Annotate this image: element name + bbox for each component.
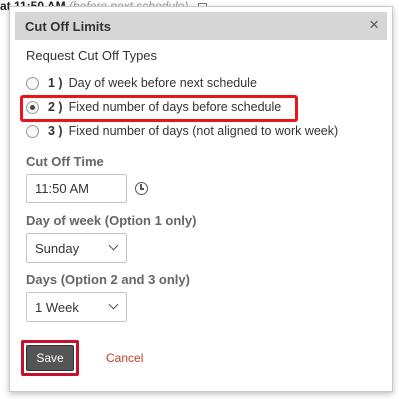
chevron-down-icon [108, 299, 119, 310]
chevron-down-icon [108, 240, 119, 251]
save-button-highlight: Save [21, 340, 79, 376]
radio-button[interactable] [26, 124, 39, 138]
close-icon[interactable]: × [369, 15, 379, 35]
option-label: Fixed number of days (not aligned to wor… [68, 124, 339, 138]
days-value: 1 Week [35, 300, 79, 315]
days-select[interactable]: 1 Week [26, 292, 127, 322]
option-number: 1 ) [48, 76, 63, 90]
highlight-box [20, 95, 298, 122]
cut-off-time-input[interactable] [26, 174, 127, 203]
cut-off-time-label: Cut Off Time [26, 154, 104, 169]
cut-off-limits-dialog: Cut Off Limits × Request Cut Off Types 1… [9, 6, 393, 392]
option-label: Day of week before next schedule [68, 76, 257, 90]
days-label: Days (Option 2 and 3 only) [26, 272, 190, 287]
dialog-title: Cut Off Limits [25, 19, 111, 34]
dialog-titlebar: Cut Off Limits × [15, 12, 387, 40]
day-of-week-value: Sunday [35, 241, 80, 256]
radio-option-1[interactable]: 1 ) Day of week before next schedule [26, 73, 257, 93]
cancel-link[interactable]: Cancel [106, 351, 143, 365]
radio-button[interactable] [26, 76, 39, 90]
request-cut-off-types-label: Request Cut Off Types [26, 48, 158, 63]
save-button[interactable]: Save [26, 345, 74, 371]
radio-option-3[interactable]: 3 ) Fixed number of days (not aligned to… [26, 121, 338, 141]
day-of-week-label: Day of week (Option 1 only) [26, 213, 197, 228]
clock-icon[interactable] [135, 182, 148, 195]
day-of-week-select[interactable]: Sunday [26, 233, 127, 263]
option-number: 3 ) [48, 124, 63, 138]
